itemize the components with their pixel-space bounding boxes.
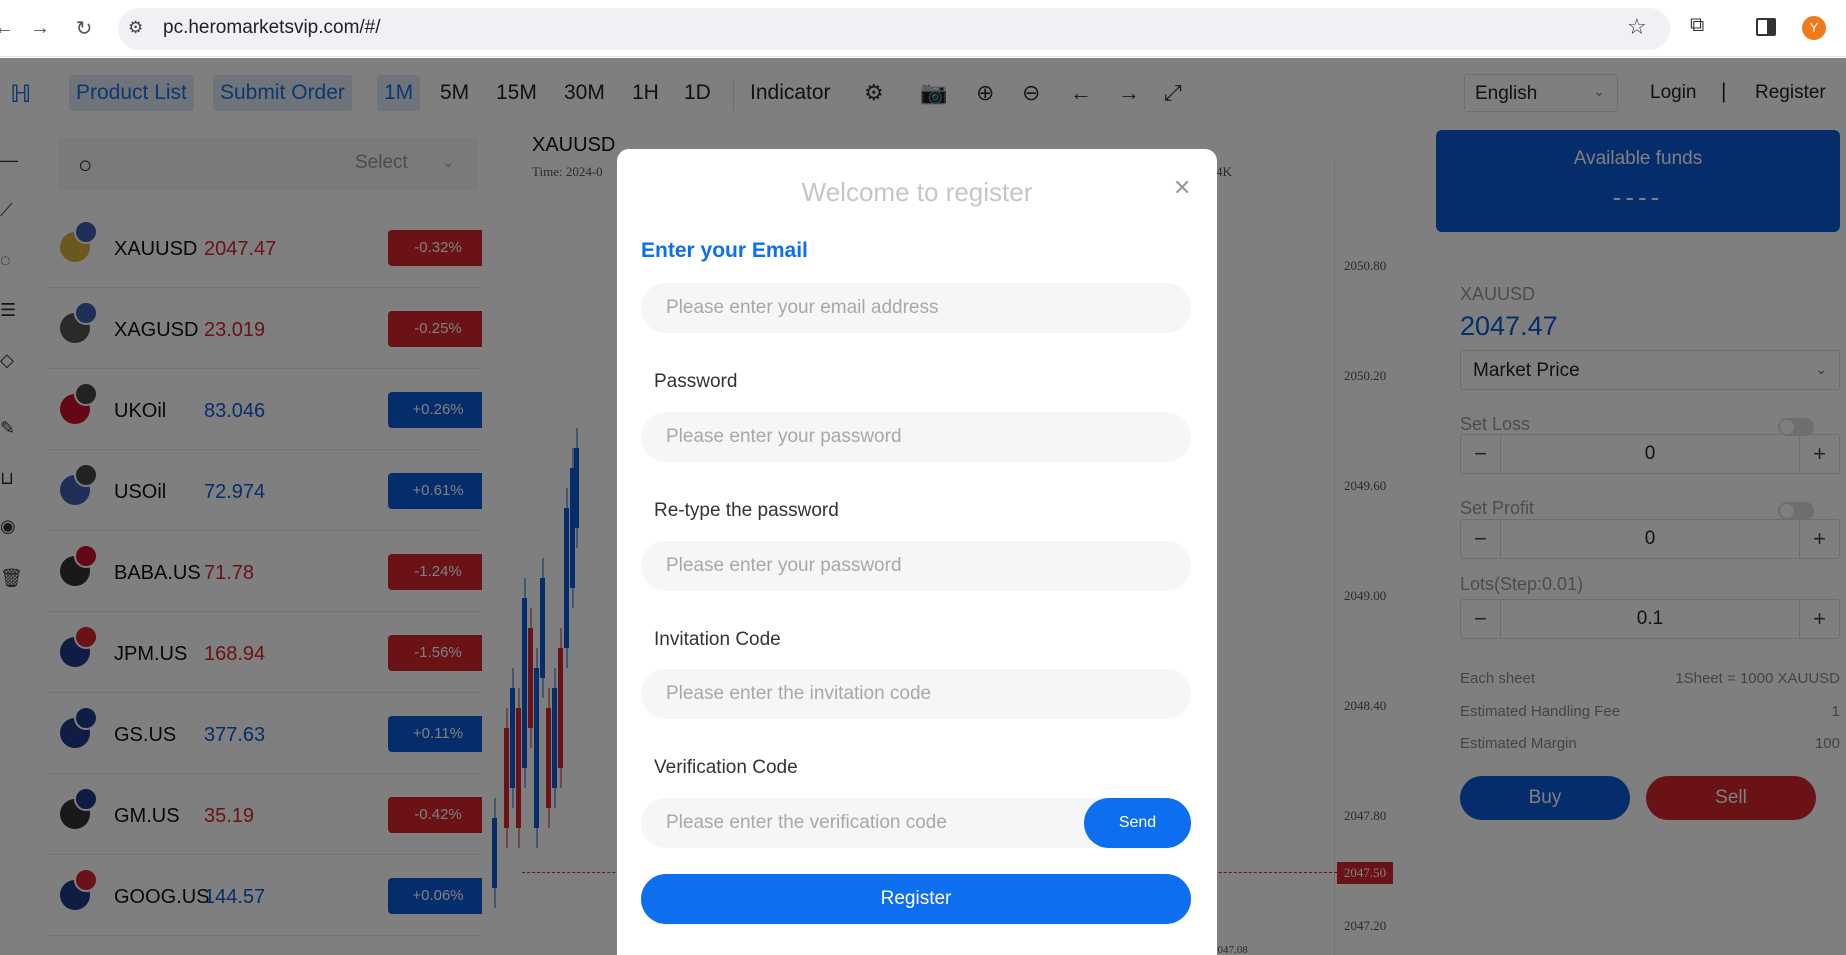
forward-arrow-icon[interactable]: → bbox=[26, 14, 54, 42]
side-panel-icon[interactable] bbox=[1756, 18, 1776, 36]
verification-code-label: Verification Code bbox=[654, 757, 798, 778]
reload-icon[interactable]: ↻ bbox=[70, 14, 98, 42]
invitation-code-label: Invitation Code bbox=[654, 629, 781, 650]
email-heading: Enter your Email bbox=[641, 239, 808, 262]
site-settings-icon[interactable]: ⚙ bbox=[128, 18, 143, 38]
register-modal: Welcome to register ✕ Enter your Email P… bbox=[617, 149, 1217, 955]
close-icon[interactable]: ✕ bbox=[1173, 175, 1191, 201]
register-button[interactable]: Register bbox=[641, 874, 1191, 924]
email-field[interactable] bbox=[641, 283, 1191, 333]
invitation-code-field[interactable] bbox=[641, 669, 1191, 719]
browser-toolbar: ← → ↻ ⚙ pc.heromarketsvip.com/#/ ☆ ⧉ Y bbox=[0, 0, 1846, 57]
back-arrow-icon[interactable]: ← bbox=[0, 14, 18, 42]
password-label: Password bbox=[654, 371, 738, 392]
url-text[interactable]: pc.heromarketsvip.com/#/ bbox=[163, 17, 381, 39]
modal-title: Welcome to register bbox=[801, 177, 1033, 207]
retype-password-field[interactable] bbox=[641, 541, 1191, 591]
retype-password-label: Re-type the password bbox=[654, 500, 839, 521]
extensions-icon[interactable]: ⧉ bbox=[1690, 14, 1704, 37]
send-code-button[interactable]: Send bbox=[1084, 798, 1191, 848]
profile-avatar[interactable]: Y bbox=[1802, 16, 1826, 40]
password-field[interactable] bbox=[641, 412, 1191, 462]
bookmark-star-icon[interactable]: ☆ bbox=[1627, 14, 1647, 40]
